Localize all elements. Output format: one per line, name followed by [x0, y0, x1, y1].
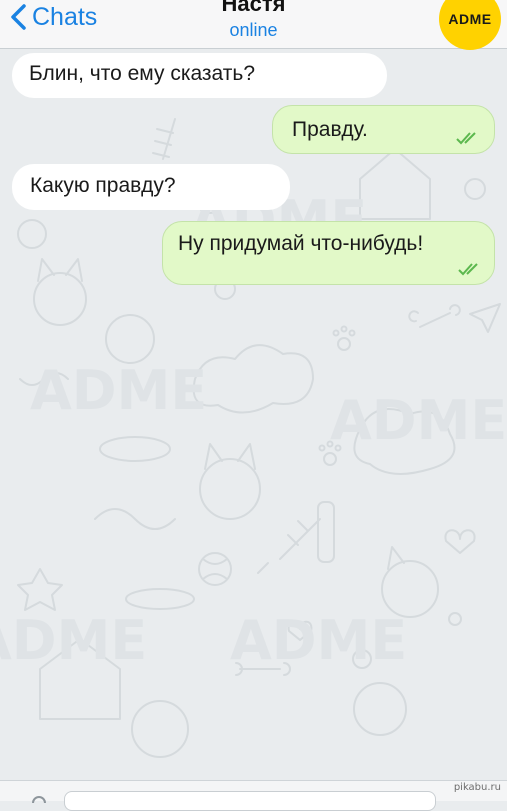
chat-header: Chats Настя online ADME [0, 0, 507, 50]
contact-name[interactable]: Настя [0, 0, 507, 17]
adme-logo: ADME [439, 0, 501, 50]
message-text: Правду. [292, 118, 368, 141]
pikabu-watermark: pikabu.ru [453, 782, 501, 793]
message-outgoing[interactable]: Ну придумай что-нибудь! [162, 221, 495, 285]
double-check-icon [458, 263, 478, 276]
attach-icon[interactable] [30, 789, 48, 803]
message-incoming[interactable]: Блин, что ему сказать? [12, 53, 387, 98]
message-outgoing[interactable]: Правду. [272, 105, 495, 154]
adme-watermark: ADME [330, 389, 507, 452]
adme-watermark: ADME [0, 609, 147, 672]
message-text: Какую правду? [30, 174, 176, 197]
message-text: Ну придумай что-нибудь! [178, 232, 424, 255]
message-text: Блин, что ему сказать? [29, 62, 255, 85]
message-incoming[interactable]: Какую правду? [12, 164, 290, 210]
doodle-pattern: ADME ADME ADME ADME ADME [0, 118, 507, 758]
adme-watermark: ADME [30, 359, 207, 422]
contact-status: online [229, 20, 278, 40]
composer-bar [0, 780, 507, 811]
message-input[interactable] [64, 791, 436, 811]
adme-watermark: ADME [230, 609, 407, 672]
chat-area[interactable]: ADME ADME ADME ADME ADME Блин, что ему с… [0, 49, 507, 780]
double-check-icon [456, 132, 476, 145]
